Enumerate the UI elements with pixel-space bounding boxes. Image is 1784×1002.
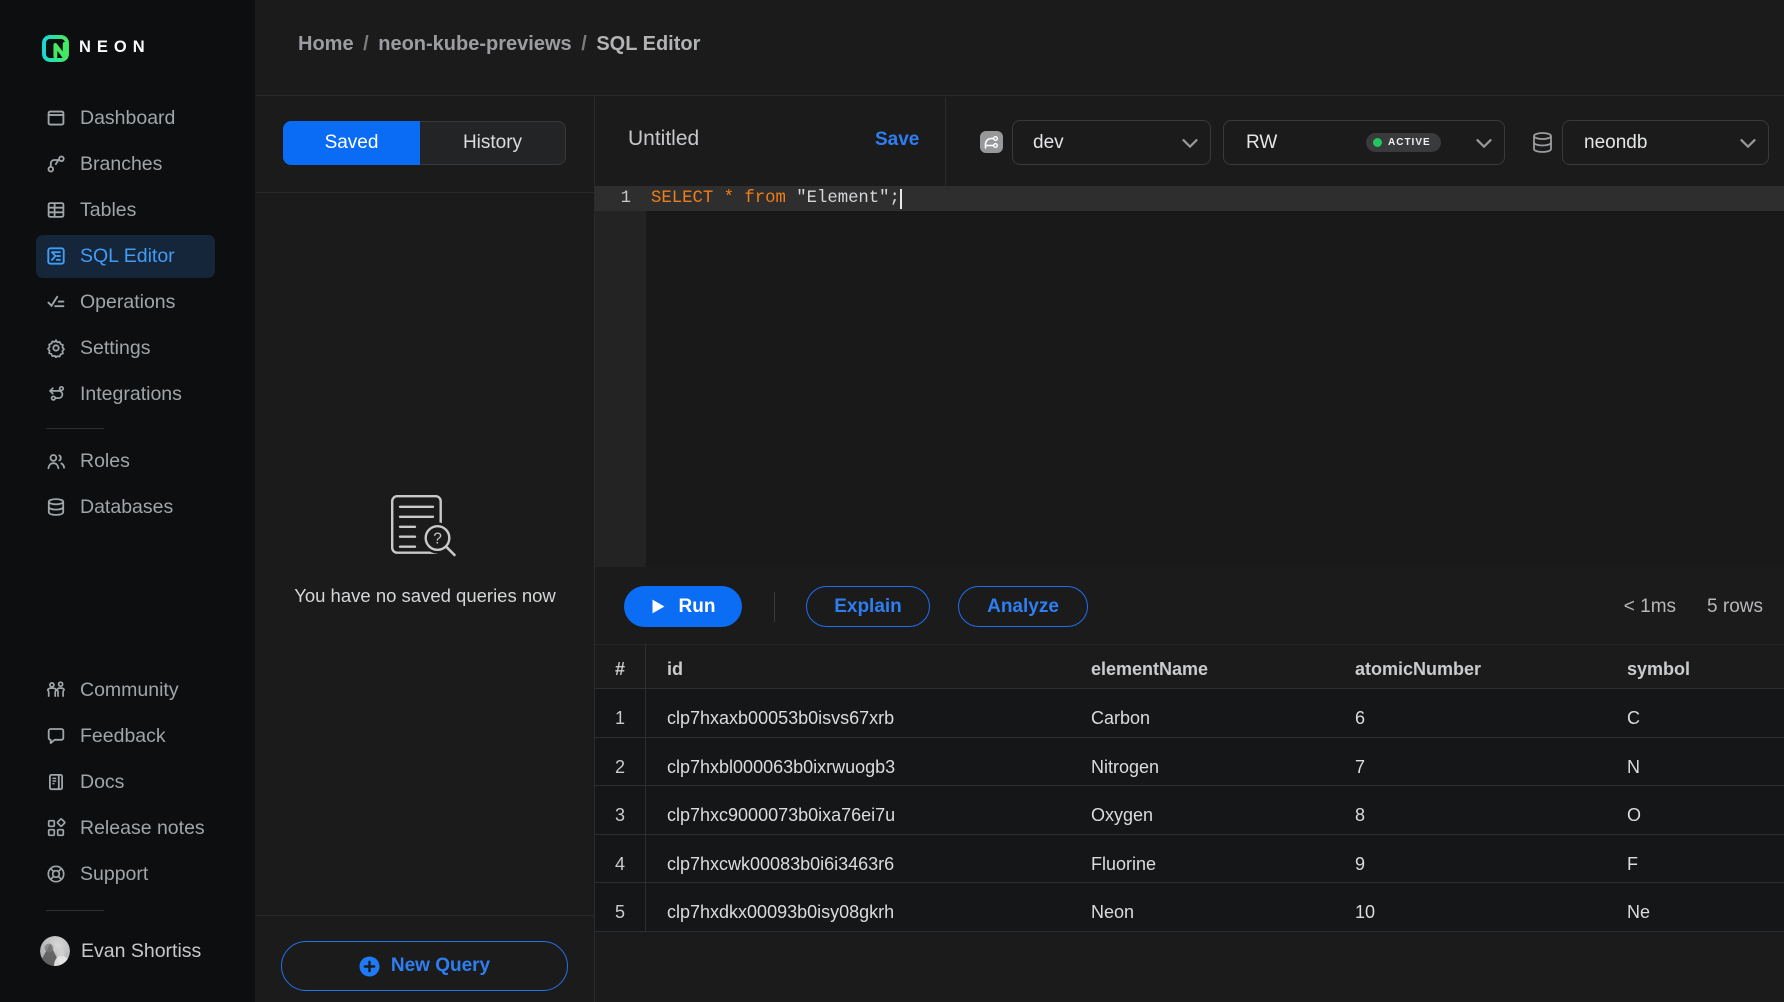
- svg-text:?: ?: [433, 531, 442, 548]
